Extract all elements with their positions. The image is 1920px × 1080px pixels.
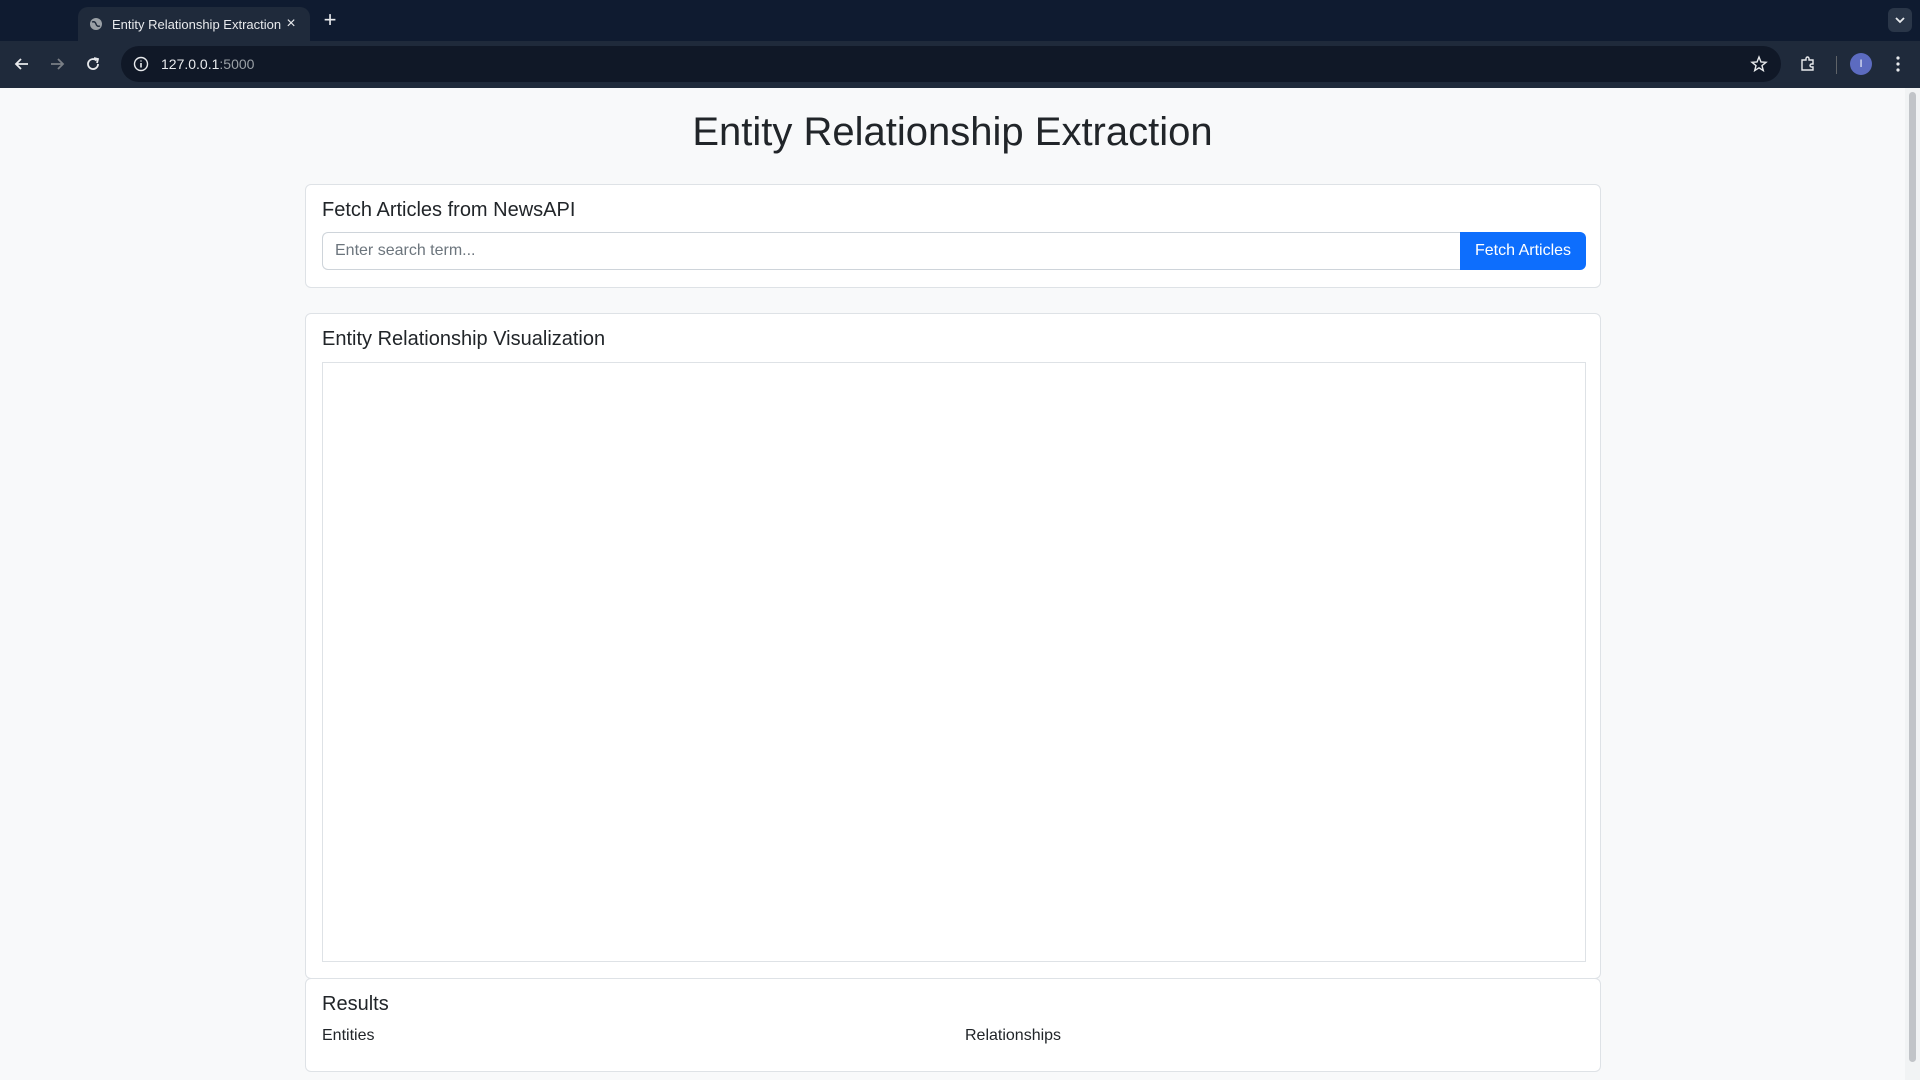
browser-tab[interactable]: Entity Relationship Extraction × — [78, 7, 310, 41]
extensions-icon[interactable] — [1795, 51, 1821, 77]
fetch-articles-button[interactable]: Fetch Articles — [1460, 232, 1586, 270]
url-host: 127.0.0.1 — [161, 56, 220, 72]
page-viewport: Entity Relationship Extraction Fetch Art… — [0, 88, 1905, 1080]
entities-label: Entities — [322, 1027, 375, 1044]
bookmark-star-icon[interactable] — [1749, 54, 1769, 74]
page-title: Entity Relationship Extraction — [692, 110, 1213, 154]
results-heading: Results — [322, 993, 389, 1015]
kebab-menu-icon[interactable] — [1885, 51, 1911, 77]
visualization-heading: Entity Relationship Visualization — [322, 328, 606, 350]
scrollbar-thumb[interactable] — [1909, 92, 1916, 1062]
forward-icon[interactable] — [44, 51, 70, 77]
results-card: Results Entities Relationships — [305, 978, 1601, 1072]
new-tab-icon[interactable]: + — [318, 7, 342, 32]
back-icon[interactable] — [9, 51, 35, 77]
search-input[interactable] — [322, 232, 1460, 270]
globe-icon — [88, 16, 104, 32]
close-tab-icon[interactable]: × — [282, 15, 300, 33]
toolbar-divider — [1836, 56, 1837, 74]
visualization-card: Entity Relationship Visualization — [305, 313, 1601, 979]
reload-icon[interactable] — [80, 51, 106, 77]
page-scrollbar[interactable] — [1905, 88, 1920, 1080]
visualization-canvas[interactable] — [322, 362, 1586, 962]
browser-tab-bar: Entity Relationship Extraction × + — [0, 0, 1920, 41]
tab-search-icon[interactable] — [1888, 8, 1912, 32]
url-port: :5000 — [219, 56, 255, 72]
tab-title: Entity Relationship Extraction — [112, 16, 282, 32]
profile-avatar[interactable]: I — [1850, 53, 1872, 75]
fetch-articles-heading: Fetch Articles from NewsAPI — [322, 199, 576, 221]
site-info-icon[interactable] — [131, 54, 151, 74]
fetch-articles-card: Fetch Articles from NewsAPI Fetch Articl… — [305, 184, 1601, 288]
search-input-group: Fetch Articles — [322, 232, 1586, 270]
browser-toolbar: 127.0.0.1:5000 I — [0, 41, 1920, 88]
address-bar[interactable]: 127.0.0.1:5000 — [121, 46, 1781, 82]
relationships-label: Relationships — [965, 1027, 1062, 1044]
